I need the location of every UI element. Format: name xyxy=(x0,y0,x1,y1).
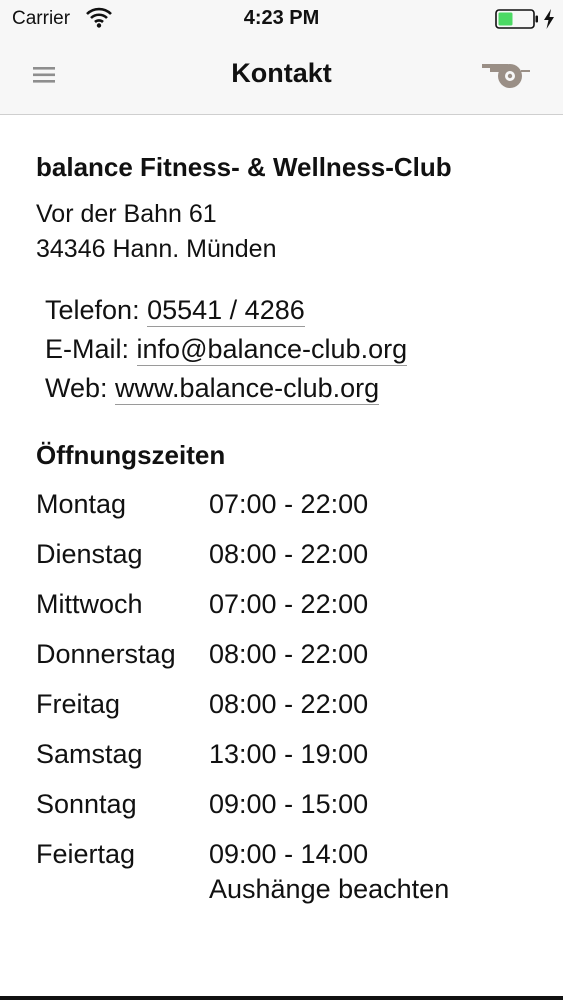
web-link[interactable]: www.balance-club.org xyxy=(115,373,380,405)
address-street: Vor der Bahn 61 xyxy=(36,200,217,228)
hours-day: Freitag xyxy=(36,689,121,719)
hours-row: Mittwoch 07:00 - 22:00 xyxy=(36,589,536,629)
hours-time: 08:00 - 22:00 xyxy=(209,639,369,669)
hours-time: 08:00 - 22:00 xyxy=(209,539,369,569)
page-title: Kontakt xyxy=(231,58,332,88)
status-time: 4:23 PM xyxy=(243,7,320,29)
email-link[interactable]: info@balance-club.org xyxy=(136,334,408,366)
address-city: 34346 Hann. Münden xyxy=(36,235,277,263)
phone-row: Telefon: 05541 / 4286 xyxy=(45,295,305,327)
web-row: Web: www.balance-club.org xyxy=(45,373,380,405)
charging-bolt-icon xyxy=(543,8,555,30)
hours-row: Donnerstag 08:00 - 22:00 xyxy=(36,639,536,679)
hours-row: Montag 07:00 - 22:00 xyxy=(36,489,536,529)
opening-hours-title: Öffnungszeiten xyxy=(36,440,226,470)
web-label: Web: xyxy=(45,373,108,403)
hours-time: 09:00 - 15:00 xyxy=(209,789,369,819)
hours-time: 08:00 - 22:00 xyxy=(209,689,369,719)
hours-day: Montag xyxy=(36,489,127,519)
email-row: E-Mail: info@balance-club.org xyxy=(45,334,408,366)
navigation-bar: Kontakt xyxy=(0,40,563,115)
hours-note: Aushänge beachten xyxy=(209,874,450,904)
phone-label: Telefon: xyxy=(45,295,140,325)
hours-day: Donnerstag xyxy=(36,639,176,669)
hours-row: Sonntag 09:00 - 15:00 xyxy=(36,789,536,829)
email-label: E-Mail: xyxy=(45,334,130,364)
hours-row: Feiertag 09:00 - 14:00 xyxy=(36,839,536,879)
status-bar: Carrier 4:23 PM xyxy=(0,0,563,40)
hours-day: Mittwoch xyxy=(36,589,143,619)
hours-time: 07:00 - 22:00 xyxy=(209,489,369,519)
bottom-edge xyxy=(0,996,563,1000)
hours-row: Samstag 13:00 - 19:00 xyxy=(36,739,536,779)
phone-link[interactable]: 05541 / 4286 xyxy=(147,295,305,327)
hours-row: Freitag 08:00 - 22:00 xyxy=(36,689,536,729)
whistle-icon[interactable] xyxy=(480,58,532,92)
hours-row: Dienstag 08:00 - 22:00 xyxy=(36,539,536,579)
hours-day: Feiertag xyxy=(36,839,136,869)
hours-time: 13:00 - 19:00 xyxy=(209,739,369,769)
hours-time: 09:00 - 14:00 xyxy=(209,839,369,869)
battery-icon xyxy=(495,9,539,29)
hours-time: 07:00 - 22:00 xyxy=(209,589,369,619)
hours-day: Dienstag xyxy=(36,539,143,569)
club-name: balance Fitness- & Wellness-Club xyxy=(36,152,452,182)
hours-day: Samstag xyxy=(36,739,143,769)
hours-day: Sonntag xyxy=(36,789,137,819)
